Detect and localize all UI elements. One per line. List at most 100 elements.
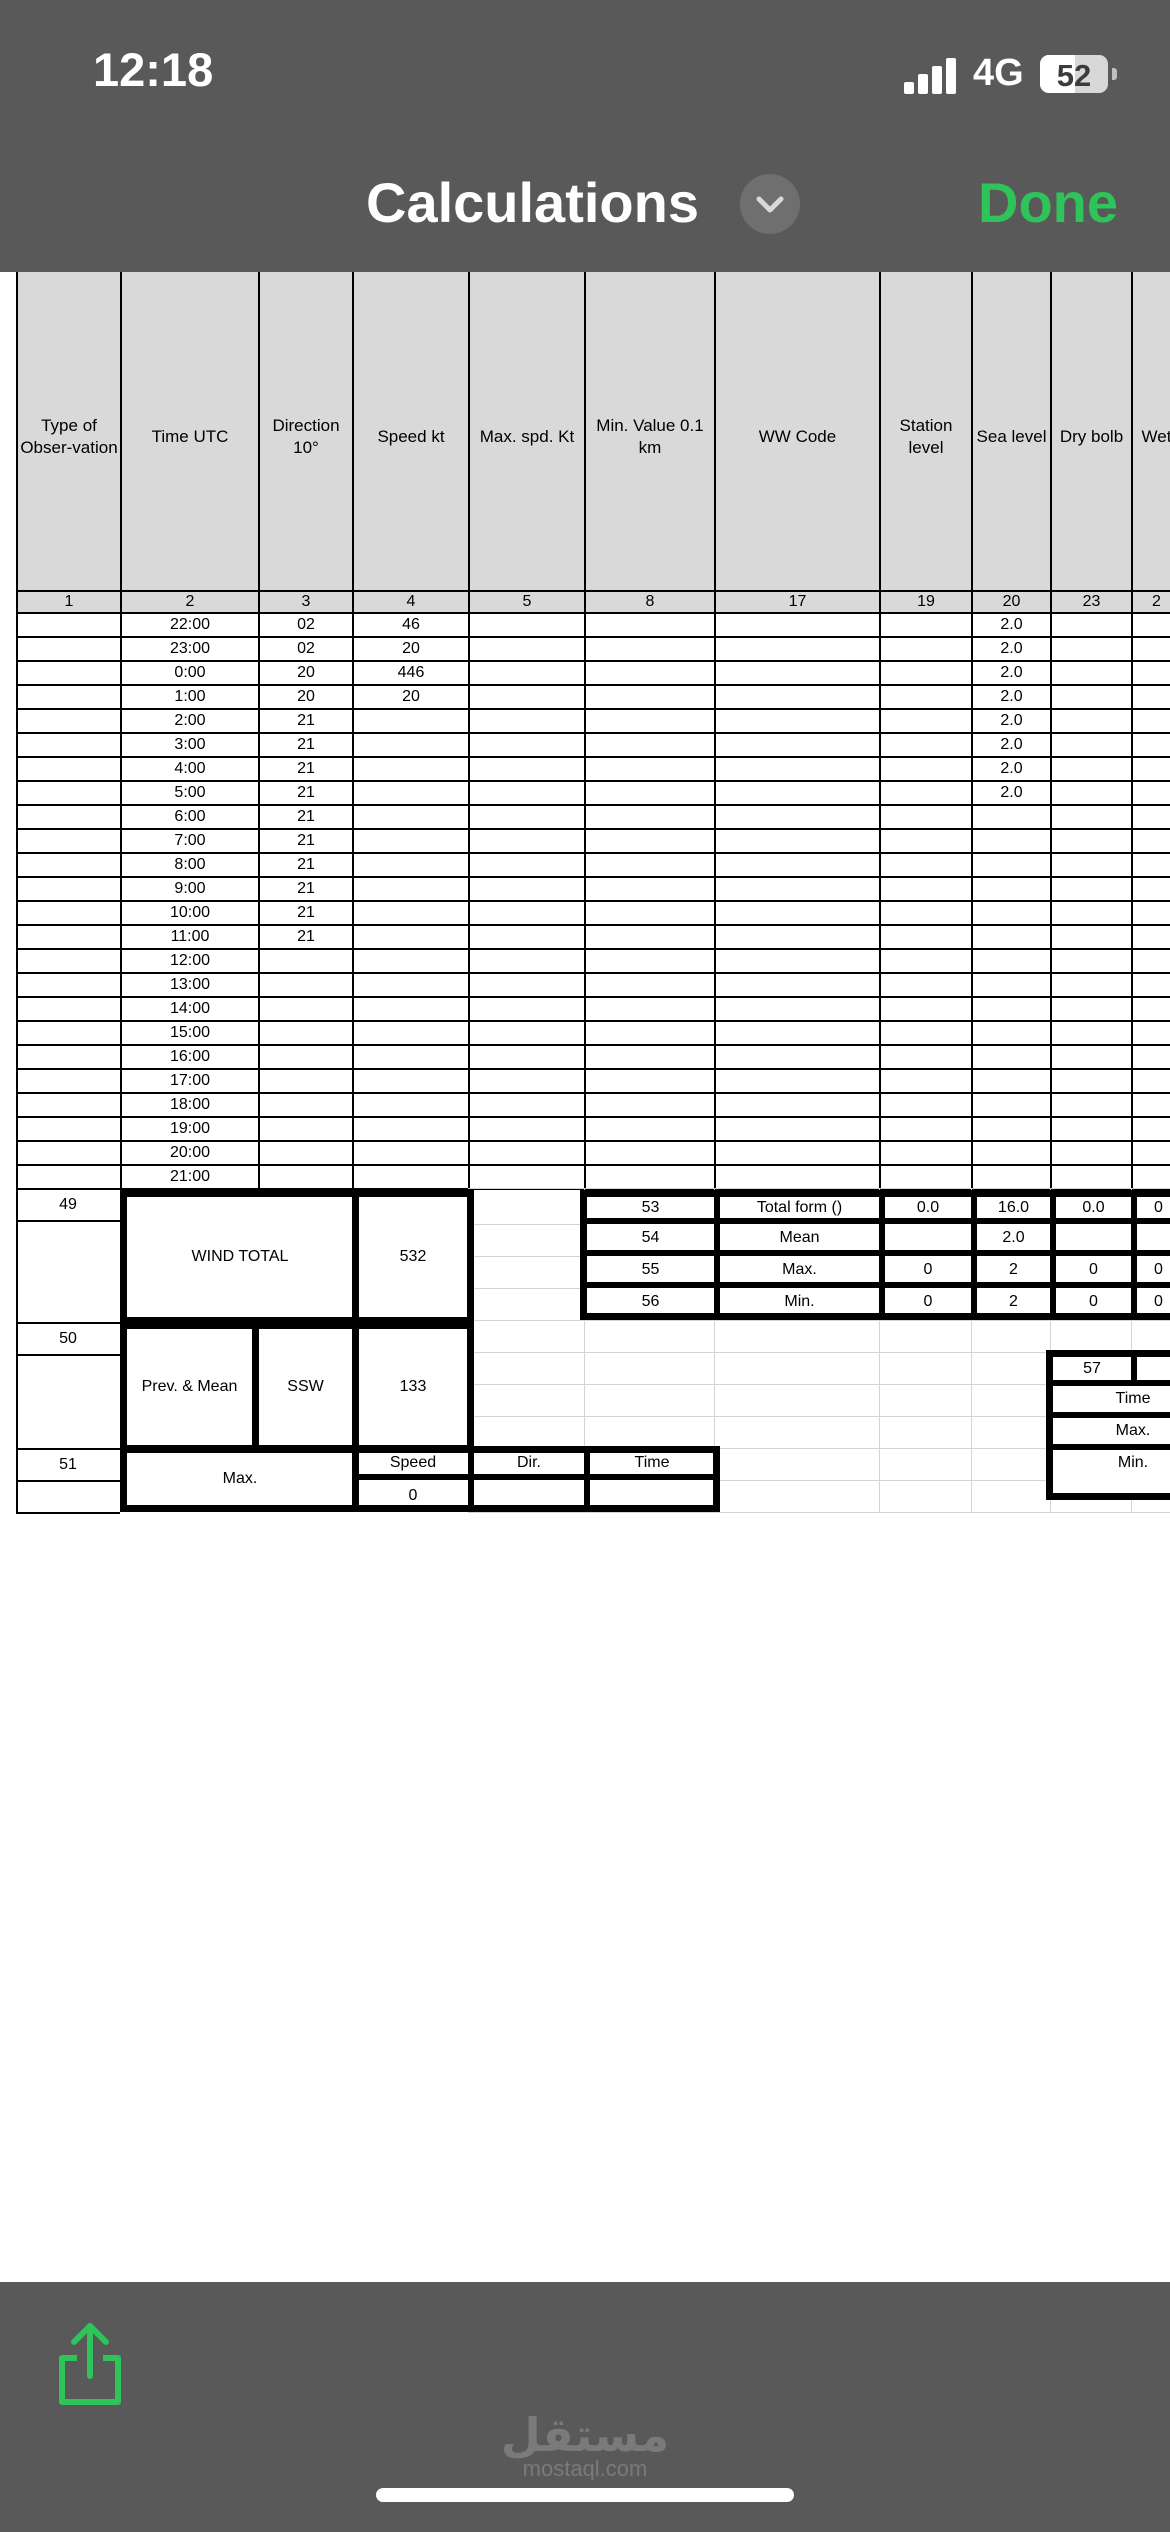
data-cell: 21 [297,736,315,753]
grid-line [468,1512,1170,1513]
share-icon [59,2323,121,2405]
stat-label: Min. [784,1292,815,1310]
column-header: Type of Obser-vation [20,416,118,457]
column-number: 2 [185,593,195,610]
stat-dry: 0 [1089,1292,1098,1310]
column-number: 2 [1152,593,1161,610]
time-cell: 18:00 [169,1096,211,1113]
data-cell: 21 [297,712,315,729]
data-cell: 2.0 [1000,784,1023,801]
status-time: 12:18 [93,43,214,96]
data-cell: 21 [297,760,315,777]
grid-line [16,1354,120,1356]
column-header: Dry bolb [1059,427,1124,446]
data-cell: 2.0 [1000,736,1023,753]
stat-wet: 0 [1154,1292,1163,1310]
stat-wet: 0 [1154,1198,1163,1216]
time-cell: 7:00 [174,832,206,849]
stat-dry: 0 [1089,1260,1098,1278]
network-type: 4G [973,52,1024,94]
prev-mean-label: Prev. & Mean [141,1378,238,1395]
time-cell: 22:00 [169,616,211,633]
time-cell: 11:00 [170,928,210,945]
stat-sea: 2 [1009,1292,1018,1310]
time-cell: 8:00 [174,856,206,873]
prev-mean-direction: SSW [287,1378,324,1395]
done-button[interactable]: Done [978,170,1118,235]
data-cell: 20 [297,688,315,705]
time-cell: 9:00 [174,880,206,897]
max-label: Max. [222,1470,258,1487]
data-cell: 21 [297,904,315,921]
column-number: 4 [406,593,416,610]
data-cell: 46 [402,616,420,633]
share-button[interactable] [50,2318,130,2408]
time-cell: 3:00 [174,736,206,753]
column-number: 3 [301,593,311,610]
stat-number: 56 [641,1292,660,1310]
data-cell: 2.0 [1000,712,1023,729]
grid-line [580,1282,1170,1288]
column-header: Speed kt [377,427,445,446]
column-header: Station level [899,416,953,457]
grid-line [468,1188,1170,1189]
grid-line [16,1220,120,1222]
data-cell: 21 [297,808,315,825]
time-cell: 19:00 [169,1120,211,1137]
stat-station: 0 [923,1260,933,1278]
data-cell: 21 [297,832,315,849]
data-cell: 446 [397,664,425,681]
time-cell: 12:00 [169,952,211,969]
battery-percent: 52 [1056,58,1092,93]
time-cell: 0:00 [174,664,206,681]
prev-mean-value: 133 [399,1378,427,1395]
time-cell: 13:00 [169,976,211,993]
page-title: Calculations [366,171,699,234]
stat-label: Total form () [756,1198,843,1216]
data-cell: 2.0 [1000,664,1023,681]
max-time-header: Time [634,1454,670,1471]
data-cell: 21 [297,880,315,897]
title-menu-button[interactable] [740,174,800,234]
column-header: Sea level [976,427,1047,446]
block57-number: 57 [1083,1359,1101,1377]
stat-sea: 2.0 [1002,1228,1025,1246]
data-cell: 2.0 [1000,688,1023,705]
column-header: WW Code [758,427,837,446]
stat-label: Mean [779,1228,820,1246]
data-cell: 02 [297,616,315,633]
stat-number: 55 [641,1260,660,1278]
column-header: Time UTC [151,427,229,446]
grid-line [16,1480,120,1482]
chevron-down-icon [756,196,784,213]
grid-line [468,1320,1170,1321]
data-cell: 21 [297,856,315,873]
data-cell: 20 [402,640,420,657]
stat-dry [1056,1225,1131,1250]
block57-min: Min. [1117,1454,1149,1471]
stat-station: 0.0 [916,1198,940,1216]
column-number: 1 [64,593,74,610]
stat-wet: 0 [1154,1260,1163,1278]
data-cell: 21 [297,928,315,945]
row-label-50: 50 [59,1330,77,1347]
row-label-49: 49 [59,1196,77,1213]
max-speed-header: Speed [389,1454,437,1471]
time-cell: 10:00 [169,904,211,921]
data-cell: 20 [297,664,315,681]
home-indicator[interactable] [376,2488,794,2502]
max-speed-value: 0 [408,1487,418,1504]
grid-line [580,1218,1170,1224]
time-cell: 15:00 [169,1024,211,1041]
grid-line [580,1250,1170,1256]
navigation-bar: 12:18 4G 52 Calculations Done [0,0,1170,272]
time-cell: 4:00 [174,760,206,777]
column-header: Direction 10° [272,416,340,457]
wind-total-value: 532 [399,1248,427,1265]
stat-sea: 16.0 [997,1198,1030,1216]
time-cell: 16:00 [169,1048,211,1065]
data-cell: 21 [297,784,315,801]
block57-time: Time [1115,1390,1151,1407]
column-number: 20 [1002,593,1021,610]
battery-icon: 52 [1040,55,1108,93]
